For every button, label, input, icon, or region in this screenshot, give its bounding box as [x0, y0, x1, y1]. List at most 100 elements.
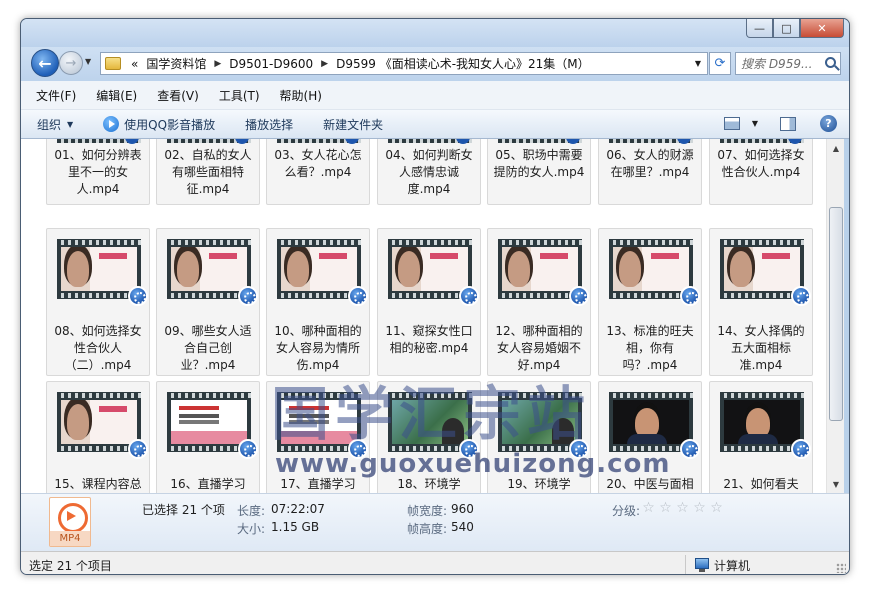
- file-item[interactable]: 21、如何看夫运.mp4: [709, 381, 813, 493]
- recent-pages-dropdown[interactable]: ▼: [85, 57, 91, 66]
- file-list[interactable]: 01、如何分辨表里不一的女人.mp4 02、自私的女人有哪些面相特征.mp4 03、…: [21, 139, 826, 493]
- qq-player-badge-icon: [680, 439, 700, 459]
- star-icon[interactable]: ☆: [675, 501, 690, 516]
- preview-pane-icon[interactable]: [780, 116, 796, 131]
- breadcrumb-item[interactable]: 国学资料馆: [142, 55, 210, 72]
- menu-help[interactable]: 帮助(H): [277, 85, 325, 106]
- film-strip-edge: [167, 139, 251, 144]
- file-name: 06、女人的财源在哪里？.mp4: [606, 148, 694, 179]
- title-bar[interactable]: — □ ✕: [21, 19, 849, 47]
- file-item[interactable]: 15、课程内容总结.mp4: [46, 381, 150, 493]
- video-frame: [502, 400, 578, 444]
- file-item[interactable]: 06、女人的财源在哪里？.mp4: [598, 139, 702, 205]
- file-item[interactable]: 04、如何判断女人感情忠诚度.mp4: [377, 139, 481, 205]
- file-item[interactable]: 09、哪些女人适合自己创业？.mp4: [156, 228, 260, 376]
- forward-button[interactable]: →: [59, 51, 83, 75]
- maximize-button[interactable]: □: [773, 19, 800, 38]
- video-thumbnail: [720, 239, 811, 306]
- breadcrumb-overflow[interactable]: «: [127, 57, 142, 71]
- play-with-qq-button[interactable]: 使用QQ影音播放: [103, 116, 215, 133]
- file-item[interactable]: 07、如何选择女性合伙人.mp4: [709, 139, 813, 205]
- film-sprocket-holes: [277, 393, 361, 398]
- file-name: 20、中医与面相的关系.mp4: [606, 477, 694, 491]
- toolbar-right-group: ▼ ?: [723, 115, 837, 132]
- video-frame: [392, 400, 468, 444]
- file-name: 10、哪种面相的女人容易为情所伤.mp4: [274, 324, 362, 372]
- minimize-button[interactable]: —: [746, 19, 773, 38]
- qq-player-badge-icon: [235, 139, 249, 144]
- file-item[interactable]: 20、中医与面相的关系.mp4: [598, 381, 702, 493]
- file-item[interactable]: 16、直播学习1.mp4: [156, 381, 260, 493]
- breadcrumb-item[interactable]: D9599 《面相读心术-我知女人心》21集（M）: [332, 55, 594, 72]
- file-item[interactable]: 13、标准的旺夫相，你有吗？.mp4: [598, 228, 702, 376]
- file-item[interactable]: 14、女人择偶的五大面相标准.mp4: [709, 228, 813, 376]
- file-name: 16、直播学习1.mp4: [170, 477, 246, 491]
- search-input[interactable]: 搜索 D959...: [735, 52, 841, 75]
- status-divider: [685, 555, 686, 574]
- play-selection-button[interactable]: 播放选择: [245, 116, 293, 133]
- file-item[interactable]: 17、直播学习2.mp4: [266, 381, 370, 493]
- menu-edit[interactable]: 编辑(E): [93, 85, 140, 106]
- star-icon[interactable]: ☆: [692, 501, 707, 516]
- address-dropdown-button[interactable]: ▼: [689, 52, 707, 75]
- file-item[interactable]: 03、女人花心怎么看？.mp4: [266, 139, 370, 205]
- back-button[interactable]: ←: [31, 49, 59, 77]
- video-thumbnail: [609, 239, 700, 306]
- new-folder-button[interactable]: 新建文件夹: [323, 116, 383, 133]
- menu-file[interactable]: 文件(F): [33, 85, 79, 106]
- file-item[interactable]: 12、哪种面相的女人容易婚姻不好.mp4: [487, 228, 591, 376]
- view-options-chevron-icon[interactable]: ▼: [752, 119, 758, 128]
- film-sprocket-holes: [388, 240, 472, 245]
- organize-button[interactable]: 组织 ▼: [37, 116, 73, 133]
- menu-tools[interactable]: 工具(T): [216, 85, 263, 106]
- length-key: 长度:: [237, 504, 266, 518]
- scrollbar-thumb[interactable]: [829, 207, 843, 421]
- computer-icon: [695, 558, 709, 572]
- file-item[interactable]: 11、窥探女性口相的秘密.mp4: [377, 228, 481, 376]
- star-icon[interactable]: ☆: [709, 501, 724, 516]
- file-item[interactable]: 01、如何分辨表里不一的女人.mp4: [46, 139, 150, 205]
- video-frame: [724, 247, 800, 291]
- file-name: 12、哪种面相的女人容易婚姻不好.mp4: [495, 324, 583, 372]
- vertical-scrollbar[interactable]: ▲ ▼: [826, 139, 844, 493]
- qq-player-badge-icon: [569, 439, 589, 459]
- star-icon[interactable]: ☆: [641, 501, 656, 516]
- scroll-up-arrow-icon[interactable]: ▲: [829, 141, 843, 155]
- close-button[interactable]: ✕: [800, 19, 844, 38]
- qq-player-badge-icon: [566, 139, 580, 144]
- video-thumbnail: [388, 239, 479, 306]
- scroll-down-arrow-icon[interactable]: ▼: [829, 477, 843, 491]
- refresh-button[interactable]: ⟳: [709, 52, 731, 75]
- file-item[interactable]: 02、自私的女人有哪些面相特征.mp4: [156, 139, 260, 205]
- file-item[interactable]: 18、环境学（1）.mp4: [377, 381, 481, 493]
- file-name: 14、女人择偶的五大面相标准.mp4: [717, 324, 805, 372]
- film-sprocket-holes: [720, 240, 804, 245]
- video-frame: [61, 400, 137, 444]
- file-name: 18、环境学（1）.mp4: [397, 477, 461, 491]
- video-thumbnail: [57, 392, 148, 459]
- menu-view[interactable]: 查看(V): [154, 85, 202, 106]
- resize-grip-icon[interactable]: [836, 563, 846, 573]
- file-item[interactable]: 10、哪种面相的女人容易为情所伤.mp4: [266, 228, 370, 376]
- change-view-icon[interactable]: [723, 117, 740, 130]
- breadcrumb-item[interactable]: D9501-D9600: [225, 57, 317, 71]
- file-item[interactable]: 19、环境学（2）.mp4: [487, 381, 591, 493]
- file-name: 09、哪些女人适合自己创业？.mp4: [164, 324, 252, 372]
- breadcrumb-separator[interactable]: ▶: [317, 59, 332, 69]
- file-name: 07、如何选择女性合伙人.mp4: [717, 148, 805, 179]
- mp4-file-icon: MP4: [49, 497, 91, 547]
- window-controls: — □ ✕: [746, 19, 844, 38]
- star-icon[interactable]: ☆: [658, 501, 673, 516]
- video-frame: [61, 247, 137, 291]
- help-icon[interactable]: ?: [820, 115, 837, 132]
- address-bar[interactable]: « 国学资料馆 ▶ D9501-D9600 ▶ D9599 《面相读心术-我知女…: [100, 52, 708, 75]
- file-item[interactable]: 05、职场中需要提防的女人.mp4: [487, 139, 591, 205]
- rating-stars[interactable]: ☆ ☆ ☆ ☆ ☆: [641, 501, 726, 516]
- qq-player-badge-icon: [348, 286, 368, 306]
- search-icon[interactable]: [825, 57, 836, 68]
- breadcrumb-separator[interactable]: ▶: [210, 59, 225, 69]
- file-item[interactable]: 08、如何选择女性合伙人（二）.mp4: [46, 228, 150, 376]
- size-value: 1.15 GB: [271, 520, 320, 534]
- file-name: 15、课程内容总结.mp4: [54, 477, 142, 491]
- qq-player-badge-icon: [128, 286, 148, 306]
